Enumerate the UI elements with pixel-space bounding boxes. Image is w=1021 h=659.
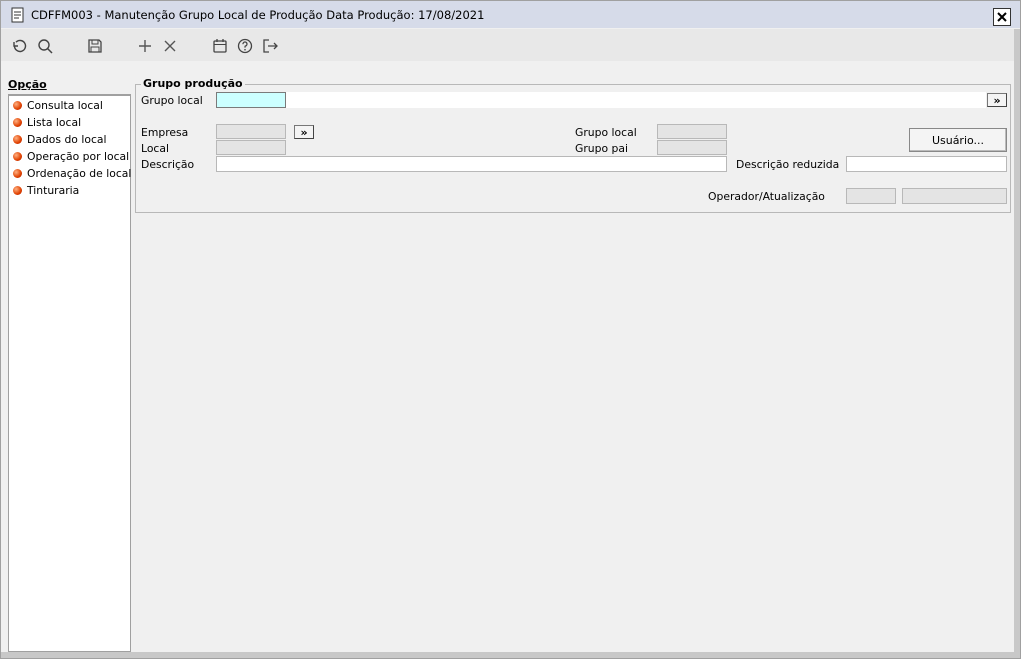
sidebar-item-label: Dados do local	[27, 132, 107, 146]
local-label: Local	[141, 142, 169, 155]
operador-atualizacao-label: Operador/Atualização	[708, 190, 825, 203]
atualizacao-field	[902, 188, 1007, 204]
sidebar-item-ordenacao-local[interactable]: Ordenação de local	[13, 165, 131, 181]
sidebar-item-consulta-local[interactable]: Consulta local	[13, 97, 103, 113]
sidebar-item-dados-local[interactable]: Dados do local	[13, 131, 107, 147]
window-title: CDFFM003 - Manutenção Grupo Local de Pro…	[31, 8, 485, 22]
sidebar-item-label: Operação por local	[27, 149, 130, 163]
empresa-lookup-button[interactable]: »	[294, 125, 314, 139]
sidebar-panel: Consulta local Lista local Dados do loca…	[8, 94, 131, 652]
sidebar-item-operacao-local[interactable]: Operação por local	[13, 148, 129, 164]
bullet-icon	[13, 100, 22, 110]
sidebar-title: Opção	[8, 78, 47, 91]
sidebar-item-tinturaria[interactable]: Tinturaria	[13, 182, 79, 198]
grupo-local-description-field	[286, 92, 986, 108]
close-icon	[997, 12, 1007, 22]
sidebar-item-lista-local[interactable]: Lista local	[13, 114, 81, 130]
search-icon[interactable]	[37, 38, 53, 54]
bullet-icon	[13, 117, 22, 127]
grupo-local-info-label: Grupo local	[575, 126, 637, 139]
toolbar	[1, 29, 1014, 61]
grupo-local-input[interactable]	[216, 92, 286, 108]
close-icon[interactable]	[162, 38, 178, 54]
descricao-input[interactable]	[216, 156, 727, 172]
descricao-label: Descrição	[141, 158, 195, 171]
sidebar-item-label: Ordenação de local	[27, 166, 132, 180]
bullet-icon	[13, 185, 22, 195]
bullet-icon	[13, 134, 22, 144]
title-bar: CDFFM003 - Manutenção Grupo Local de Pro…	[1, 1, 1020, 28]
empresa-field	[216, 124, 286, 139]
sidebar-item-label: Tinturaria	[27, 183, 80, 197]
help-icon[interactable]	[237, 38, 253, 54]
sidebar-item-label: Consulta local	[27, 98, 103, 112]
bullet-icon	[13, 168, 22, 178]
document-icon	[11, 7, 25, 23]
grupo-pai-label: Grupo pai	[575, 142, 629, 155]
empresa-label: Empresa	[141, 126, 189, 139]
group-title: Grupo produção	[141, 77, 245, 90]
app-window: CDFFM003 - Manutenção Grupo Local de Pro…	[0, 0, 1021, 659]
sidebar-item-label: Lista local	[27, 115, 82, 129]
calendar-icon[interactable]	[212, 38, 228, 54]
window-bottom-border	[1, 652, 1014, 658]
undo-icon[interactable]	[11, 38, 27, 54]
close-window-button[interactable]	[993, 8, 1011, 26]
grupo-pai-field	[657, 140, 727, 155]
save-icon[interactable]	[87, 38, 103, 54]
grupo-local-lookup-button[interactable]: »	[987, 93, 1007, 107]
grupo-local-info-field	[657, 124, 727, 139]
exit-icon[interactable]	[262, 38, 278, 54]
descricao-reduzida-label: Descrição reduzida	[736, 158, 840, 171]
bullet-icon	[13, 151, 22, 161]
operador-field	[846, 188, 896, 204]
grupo-local-label: Grupo local	[141, 94, 203, 107]
plus-icon[interactable]	[137, 38, 153, 54]
usuario-button[interactable]: Usuário...	[909, 128, 1007, 152]
local-field	[216, 140, 286, 155]
window-right-border	[1014, 29, 1020, 658]
descricao-reduzida-input[interactable]	[846, 156, 1007, 172]
